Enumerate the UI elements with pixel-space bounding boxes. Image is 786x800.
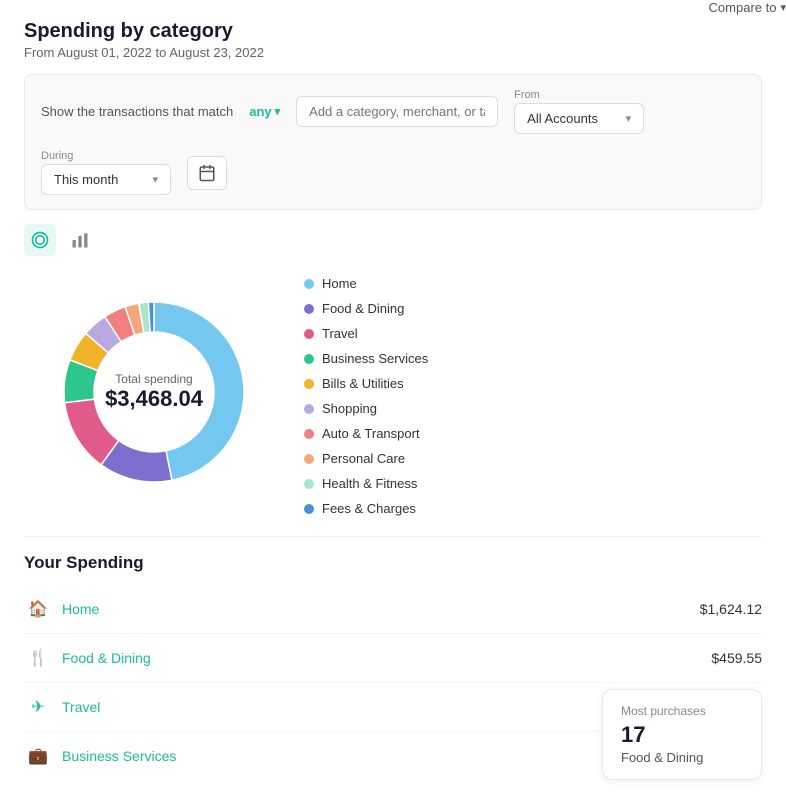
spending-section: Your Spending 🏠 Home $1,624.12 🍴 Food & … bbox=[24, 536, 762, 780]
legend-item: Business Services bbox=[304, 351, 762, 366]
bar-chart-button[interactable] bbox=[64, 224, 96, 256]
spending-category-name[interactable]: Home bbox=[62, 601, 700, 617]
compare-to-button[interactable]: Compare to bbox=[709, 0, 786, 15]
spending-category-name[interactable]: Food & Dining bbox=[62, 650, 711, 666]
legend-item: Fees & Charges bbox=[304, 501, 762, 516]
table-row: 🏠 Home $1,624.12 bbox=[24, 585, 762, 634]
page-header: Spending by category From August 01, 202… bbox=[24, 20, 762, 60]
legend-item: Food & Dining bbox=[304, 301, 762, 316]
legend-item: Shopping bbox=[304, 401, 762, 416]
donut-chart-button[interactable] bbox=[24, 224, 56, 256]
legend-dot bbox=[304, 504, 314, 514]
spending-amount: $459.55 bbox=[711, 650, 762, 666]
chevron-down-icon: ▾ bbox=[626, 112, 632, 125]
chart-section: Compare to Total spending $3,468.04 Home… bbox=[24, 224, 762, 516]
chart-and-legend: Total spending $3,468.04 Home Food & Dini… bbox=[24, 268, 762, 516]
filter-from-group: From All Accounts ▾ bbox=[514, 89, 644, 134]
most-purchases-label: Most purchases bbox=[621, 704, 743, 718]
legend-label: Travel bbox=[322, 326, 358, 341]
legend-item: Home bbox=[304, 276, 762, 291]
legend-item: Auto & Transport bbox=[304, 426, 762, 441]
chart-controls bbox=[24, 224, 96, 256]
page-title: Spending by category bbox=[24, 20, 762, 43]
legend: Home Food & Dining Travel Business Services… bbox=[304, 268, 762, 516]
spending-category-icon: 🏠 bbox=[24, 595, 52, 623]
filter-during-group: During This month ▾ bbox=[41, 150, 171, 195]
spending-amount: $1,624.12 bbox=[700, 601, 762, 617]
legend-label: Personal Care bbox=[322, 451, 405, 466]
spending-category-icon: 💼 bbox=[24, 742, 52, 770]
filter-match-type[interactable]: any bbox=[249, 104, 280, 119]
most-purchases-count: 17 bbox=[621, 722, 743, 748]
filter-bar: Show the transactions that match any Fro… bbox=[24, 74, 762, 210]
spending-title: Your Spending bbox=[24, 553, 762, 573]
legend-dot bbox=[304, 404, 314, 414]
filter-input[interactable] bbox=[296, 96, 498, 127]
donut-chart: Total spending $3,468.04 bbox=[44, 282, 264, 502]
page-subtitle: From August 01, 2022 to August 23, 2022 bbox=[24, 45, 762, 60]
page-container: Spending by category From August 01, 202… bbox=[0, 0, 786, 800]
legend-item: Health & Fitness bbox=[304, 476, 762, 491]
donut-center-label: Total spending bbox=[105, 372, 203, 386]
legend-item: Bills & Utilities bbox=[304, 376, 762, 391]
filter-from-select[interactable]: All Accounts ▾ bbox=[514, 103, 644, 134]
legend-label: Food & Dining bbox=[322, 301, 404, 316]
legend-label: Bills & Utilities bbox=[322, 376, 404, 391]
filter-show-label: Show the transactions that match bbox=[41, 104, 233, 119]
spending-category-icon: 🍴 bbox=[24, 644, 52, 672]
legend-label: Home bbox=[322, 276, 357, 291]
most-purchases-card: Most purchases 17 Food & Dining bbox=[602, 689, 762, 780]
legend-label: Shopping bbox=[322, 401, 377, 416]
table-row: 🍴 Food & Dining $459.55 bbox=[24, 634, 762, 683]
most-purchases-category: Food & Dining bbox=[621, 750, 743, 765]
legend-label: Business Services bbox=[322, 351, 428, 366]
legend-dot bbox=[304, 454, 314, 464]
calendar-button[interactable] bbox=[187, 156, 227, 190]
legend-item: Travel bbox=[304, 326, 762, 341]
legend-dot bbox=[304, 279, 314, 289]
filter-during-label: During bbox=[41, 150, 171, 162]
legend-dot bbox=[304, 354, 314, 364]
legend-label: Fees & Charges bbox=[322, 501, 416, 516]
filter-during-select[interactable]: This month ▾ bbox=[41, 164, 171, 195]
legend-dot bbox=[304, 379, 314, 389]
spending-category-icon: ✈ bbox=[24, 693, 52, 721]
filter-from-label: From bbox=[514, 89, 644, 101]
donut-center: Total spending $3,468.04 bbox=[105, 372, 203, 412]
legend-dot bbox=[304, 479, 314, 489]
legend-dot bbox=[304, 429, 314, 439]
legend-item: Personal Care bbox=[304, 451, 762, 466]
chevron-down-icon-2: ▾ bbox=[152, 173, 158, 186]
legend-label: Health & Fitness bbox=[322, 476, 417, 491]
legend-label: Auto & Transport bbox=[322, 426, 420, 441]
legend-dot bbox=[304, 329, 314, 339]
legend-dot bbox=[304, 304, 314, 314]
donut-center-value: $3,468.04 bbox=[105, 386, 203, 412]
